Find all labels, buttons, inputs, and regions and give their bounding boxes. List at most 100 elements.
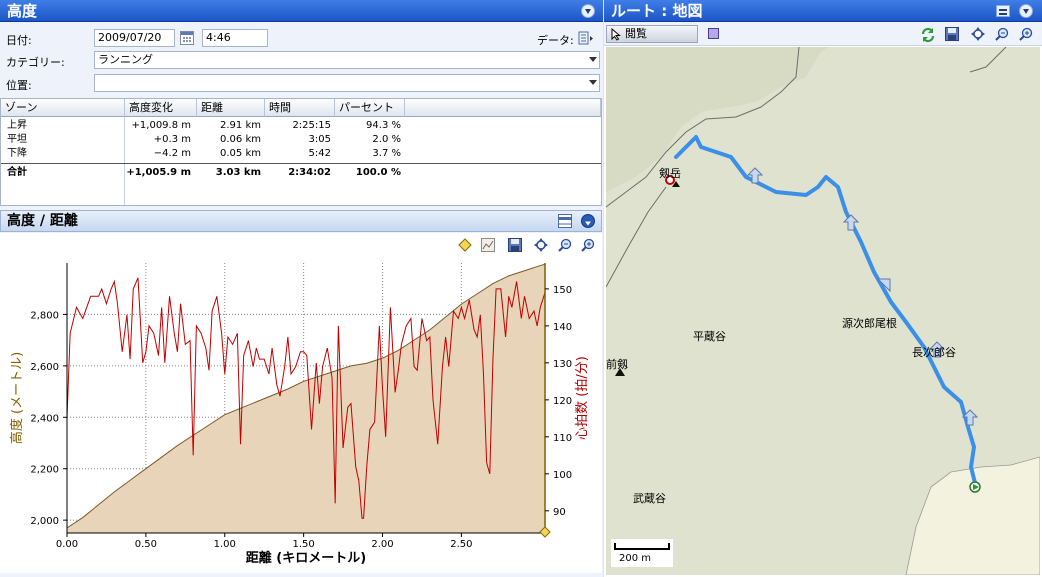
table-row[interactable]: 下降 −4.2 m 0.05 km 5:42 3.7 % bbox=[1, 147, 601, 161]
y-left-tick-label: 2,000 bbox=[30, 516, 59, 527]
scale-bar: 200 m bbox=[611, 539, 673, 567]
save-icon[interactable] bbox=[508, 238, 522, 252]
collapse-icon[interactable] bbox=[1019, 4, 1033, 18]
map-canvas[interactable]: 剱岳 平蔵谷 源次郎尾根 長次郎谷 前剱 武蔵谷 200 m bbox=[606, 47, 1040, 575]
time-field[interactable]: 4:46 bbox=[202, 29, 268, 47]
location-row: 位置: bbox=[0, 72, 603, 94]
category-select[interactable]: ランニング bbox=[94, 51, 600, 69]
x-tick-label: 1.00 bbox=[214, 539, 236, 550]
chart-settings-icon[interactable] bbox=[481, 238, 495, 252]
calendar-icon[interactable] bbox=[180, 31, 194, 45]
elevation-panel-header: 高度 bbox=[0, 0, 603, 22]
map-toolbar: 閲覧 bbox=[604, 22, 1042, 46]
browse-mode-label: 閲覧 bbox=[625, 27, 647, 40]
x-tick-label: 1.50 bbox=[293, 539, 315, 550]
map-label-genjirou: 源次郎尾根 bbox=[842, 317, 897, 330]
cursor-icon bbox=[611, 28, 621, 41]
cell-percent: 3.7 % bbox=[372, 148, 401, 159]
x-tick-label: 0.50 bbox=[135, 539, 157, 550]
y-left-axis-label: 高度 (メートル) bbox=[9, 352, 25, 444]
elevation-chart-svg: 0.00 0.50 1.00 1.50 2.00 2.50 2,000 2,200 2,400… bbox=[9, 263, 590, 566]
y-left-tick-label: 2,600 bbox=[30, 362, 59, 373]
zoom-out-icon[interactable] bbox=[995, 27, 1009, 41]
column-header-change[interactable]: 高度変化 bbox=[125, 99, 197, 117]
table-row[interactable]: 上昇 +1,009.8 m 2.91 km 2:25:15 94.3 % bbox=[1, 119, 601, 133]
column-header-time[interactable]: 時間 bbox=[265, 99, 335, 117]
scale-bar-graphic bbox=[614, 543, 670, 550]
x-axis-label: 距離 (キロメートル) bbox=[246, 550, 366, 566]
map-label-choujirou: 長次郎谷 bbox=[912, 346, 956, 359]
column-header-empty bbox=[405, 99, 601, 117]
panel-title: ルート : 地図 bbox=[611, 2, 703, 20]
data-menu-icon[interactable] bbox=[578, 31, 593, 45]
save-icon[interactable] bbox=[945, 27, 959, 41]
map-label-tsurugidake: 剱岳 bbox=[659, 167, 681, 180]
location-select[interactable] bbox=[94, 74, 600, 92]
cell-zone: 平坦 bbox=[7, 134, 27, 145]
cell-percent: 2.0 % bbox=[372, 134, 401, 145]
column-header-distance[interactable]: 距離 bbox=[197, 99, 265, 117]
y-left-tick-label: 2,800 bbox=[30, 310, 59, 321]
cell-time: 2:25:15 bbox=[292, 120, 331, 131]
column-header-zone[interactable]: ゾーン bbox=[1, 99, 125, 117]
map-panel: ルート : 地図 閲覧 剱岳 平蔵谷 源次郎尾根 長次郎谷 前剱 武蔵谷 200… bbox=[604, 0, 1042, 577]
y-right-axis-label: 心拍数 (拍/分) bbox=[575, 356, 590, 440]
region-select-icon[interactable] bbox=[708, 28, 719, 39]
zoom-fit-icon[interactable] bbox=[534, 238, 548, 252]
category-value: ランニング bbox=[98, 53, 153, 66]
map-label-heizoudani: 平蔵谷 bbox=[693, 330, 726, 343]
category-row: カテゴリー: ランニング bbox=[0, 49, 603, 71]
layout-icon[interactable] bbox=[996, 5, 1010, 17]
date-label: 日付: bbox=[6, 34, 32, 47]
cell-change: −4.2 m bbox=[153, 148, 191, 159]
y-right-tick-label: 100 bbox=[553, 470, 572, 481]
cell-time: 3:05 bbox=[308, 134, 331, 145]
data-label: データ: bbox=[537, 34, 574, 47]
browse-mode-button[interactable]: 閲覧 bbox=[606, 25, 698, 43]
refresh-icon[interactable] bbox=[920, 27, 935, 43]
y-right-tick-label: 130 bbox=[553, 359, 572, 370]
map-label-maetsurugi: 前剱 bbox=[606, 358, 628, 371]
chart-panel-title: 高度 / 距離 bbox=[7, 213, 78, 229]
y-left-tick-label: 2,200 bbox=[30, 465, 59, 476]
map-label-musashidani: 武蔵谷 bbox=[633, 492, 666, 505]
collapse-icon[interactable] bbox=[581, 4, 595, 18]
chevron-down-icon bbox=[589, 80, 597, 85]
zoom-in-icon[interactable] bbox=[581, 238, 595, 252]
total-divider bbox=[1, 163, 601, 164]
zoom-in-icon[interactable] bbox=[1019, 27, 1033, 41]
table-row-total[interactable]: 合計 +1,005.9 m 3.03 km 2:34:02 100.0 % bbox=[1, 166, 601, 180]
y-right-tick-label: 110 bbox=[553, 433, 572, 444]
cell-time: 5:42 bbox=[308, 148, 331, 159]
map-panel-header: ルート : 地図 bbox=[604, 0, 1042, 22]
date-field[interactable]: 2009/07/20 bbox=[94, 29, 175, 47]
table-row[interactable]: 平坦 +0.3 m 0.06 km 3:05 2.0 % bbox=[1, 133, 601, 147]
cell-zone: 下降 bbox=[7, 148, 27, 159]
y-right-tick-label: 90 bbox=[553, 507, 566, 518]
x-ticks: 0.00 0.50 1.00 1.50 2.00 2.50 bbox=[56, 533, 473, 550]
collapse-icon[interactable] bbox=[581, 214, 595, 228]
elevation-chart: 0.00 0.50 1.00 1.50 2.00 2.50 2,000 2,200 2,400… bbox=[0, 257, 602, 573]
cell-distance: 3.03 km bbox=[215, 167, 261, 178]
zoom-out-icon[interactable] bbox=[558, 238, 572, 252]
x-tick-label: 2.50 bbox=[450, 539, 472, 550]
x-tick-label: 2.00 bbox=[371, 539, 393, 550]
column-header-percent[interactable]: パーセント bbox=[335, 99, 405, 117]
cell-zone: 合計 bbox=[7, 167, 27, 178]
cell-change: +1,009.8 m bbox=[131, 120, 191, 131]
scale-label: 200 m bbox=[619, 553, 652, 564]
route-line[interactable] bbox=[674, 135, 978, 489]
chart-toolbar bbox=[0, 233, 602, 257]
cell-time: 2:34:02 bbox=[288, 167, 331, 178]
zoom-fit-icon[interactable] bbox=[971, 27, 985, 41]
y-right-tick-label: 140 bbox=[553, 322, 572, 333]
chevron-down-icon bbox=[589, 57, 597, 62]
cell-percent: 94.3 % bbox=[366, 120, 401, 131]
marker-icon[interactable] bbox=[458, 238, 472, 252]
chart-panel-header: 高度 / 距離 bbox=[0, 210, 602, 232]
cell-percent: 100.0 % bbox=[355, 167, 401, 178]
elevation-area bbox=[67, 264, 545, 533]
split-view-icon[interactable] bbox=[558, 214, 572, 228]
category-label: カテゴリー: bbox=[6, 56, 65, 69]
elevation-panel: 高度 日付: 2009/07/20 4:46 データ: カテゴリー: ランニング… bbox=[0, 0, 603, 577]
